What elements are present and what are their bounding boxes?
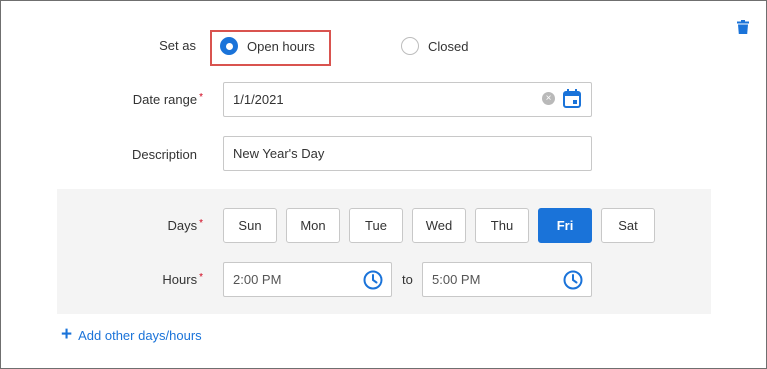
date-range-label: Date range * (101, 92, 203, 107)
required-mark: * (199, 272, 203, 283)
trash-icon[interactable] (737, 20, 749, 34)
clock-icon[interactable] (363, 270, 383, 290)
calendar-icon[interactable] (563, 89, 581, 108)
day-button-mon[interactable]: Mon (286, 208, 340, 243)
days-label: Days * (131, 218, 203, 233)
day-button-thu[interactable]: Thu (475, 208, 529, 243)
add-link-label: Add other days/hours (78, 327, 202, 343)
radio-button-open-hours[interactable] (220, 37, 238, 55)
day-button-tue[interactable]: Tue (349, 208, 403, 243)
days-label-text: Days (167, 218, 198, 233)
required-mark: * (199, 218, 203, 229)
description-value: New Year's Day (233, 146, 325, 161)
clock-icon[interactable] (563, 270, 583, 290)
date-range-input[interactable]: 1/1/2021 (223, 82, 592, 117)
hours-label: Hours * (131, 272, 203, 287)
hours-editor-panel: Set as Open hours Closed Date range * 1/1… (0, 0, 767, 369)
date-range-value: 1/1/2021 (233, 92, 284, 107)
radio-button-closed[interactable] (401, 37, 419, 55)
required-mark: * (199, 92, 203, 103)
clear-icon[interactable]: × (542, 92, 555, 105)
day-button-fri[interactable]: Fri (538, 208, 592, 243)
add-other-days-hours-link[interactable]: + Add other days/hours (61, 324, 202, 345)
day-button-sun[interactable]: Sun (223, 208, 277, 243)
description-input[interactable]: New Year's Day (223, 136, 592, 171)
date-range-label-text: Date range (132, 92, 198, 107)
hours-separator: to (402, 272, 413, 287)
radio-label-closed: Closed (428, 38, 469, 54)
plus-icon: + (61, 324, 73, 345)
day-button-sat[interactable]: Sat (601, 208, 655, 243)
set-as-label: Set as (159, 38, 196, 53)
radio-label-open-hours: Open hours (247, 38, 315, 54)
radio-closed[interactable]: Closed (401, 37, 468, 55)
description-label: Description (131, 147, 197, 162)
hours-label-text: Hours (162, 272, 198, 287)
day-button-wed[interactable]: Wed (412, 208, 466, 243)
radio-open-hours[interactable]: Open hours (220, 37, 315, 55)
